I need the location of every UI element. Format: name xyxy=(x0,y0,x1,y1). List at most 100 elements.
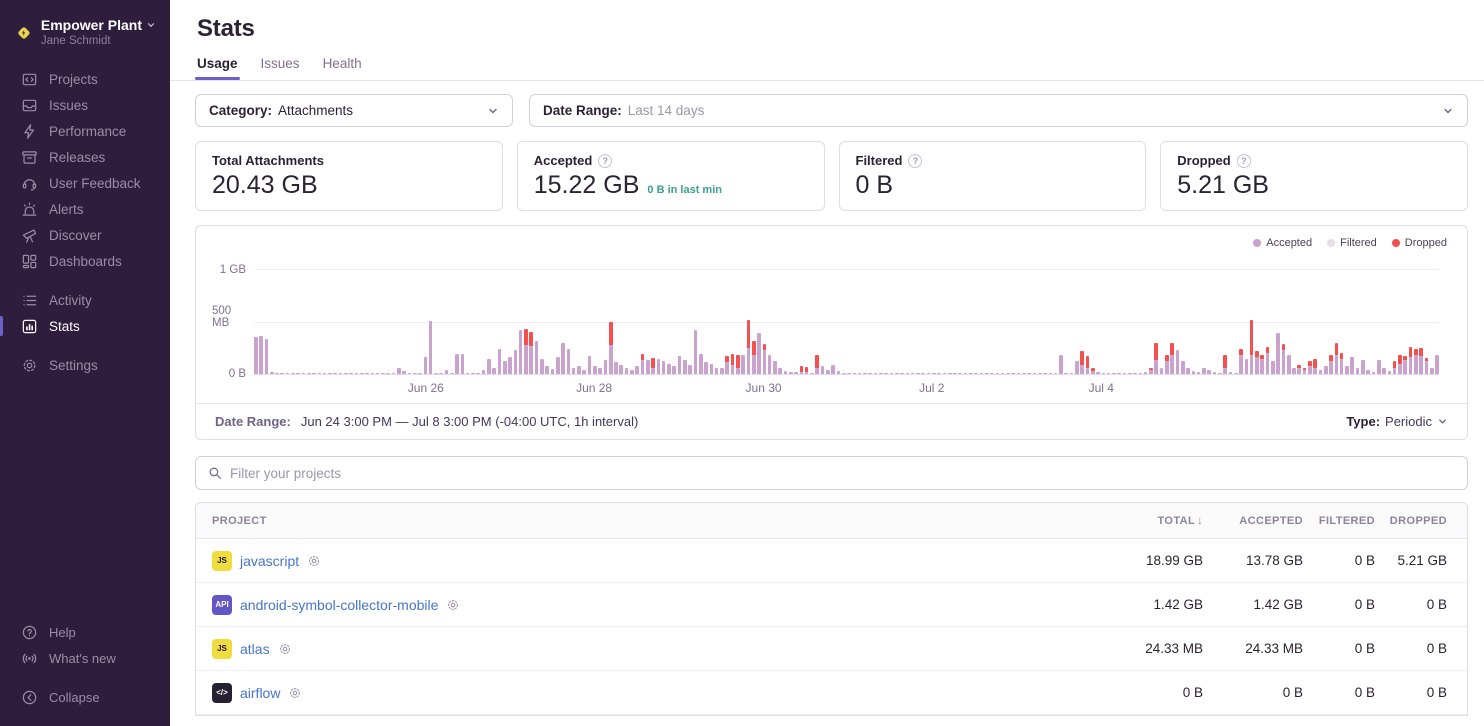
chart-legend: Accepted Filtered Dropped xyxy=(196,226,1467,249)
project-settings-icon[interactable] xyxy=(307,554,321,568)
card-filtered: Filtered? 0 B xyxy=(839,141,1147,211)
search-icon xyxy=(208,466,222,480)
legend-accepted[interactable]: Accepted xyxy=(1253,237,1312,249)
project-filter-input[interactable] xyxy=(230,466,1455,481)
chevron-down-icon xyxy=(146,20,156,30)
project-settings-icon[interactable] xyxy=(278,642,292,656)
discover-icon xyxy=(21,227,38,244)
info-icon[interactable]: ? xyxy=(908,154,922,168)
sidebar-item-settings[interactable]: Settings xyxy=(0,352,170,378)
project-link[interactable]: android-symbol-collector-mobile xyxy=(240,597,438,613)
chevron-down-icon xyxy=(1442,105,1454,117)
table-row: API android-symbol-collector-mobile 1.42… xyxy=(196,583,1467,627)
x-tick-label: Jun 30 xyxy=(746,381,782,395)
org-name: Empower Plant xyxy=(41,17,156,33)
table-row: JS javascript 18.99 GB 13.78 GB 0 B 5.21… xyxy=(196,539,1467,583)
sidebar-item-releases[interactable]: Releases xyxy=(0,144,170,170)
chart-y-axis: 1 GB 500 MB 0 B xyxy=(212,253,254,375)
platform-icon: API xyxy=(212,595,232,615)
project-filter xyxy=(195,456,1468,490)
chart-daterange-value: Jun 24 3:00 PM — Jul 8 3:00 PM (-04:00 U… xyxy=(301,414,638,429)
sidebar: Empower Plant Jane Schmidt Projects Issu… xyxy=(0,0,170,726)
page-title: Stats xyxy=(197,15,1468,43)
projects-table: PROJECT TOTAL↓ ACCEPTED FILTERED DROPPED… xyxy=(195,502,1468,716)
table-row: JS atlas 24.33 MB 24.33 MB 0 B 0 B xyxy=(196,627,1467,671)
tab-usage[interactable]: Usage xyxy=(197,56,238,80)
legend-dot xyxy=(1392,239,1400,247)
tab-health[interactable]: Health xyxy=(323,56,362,80)
info-icon[interactable]: ? xyxy=(1237,154,1251,168)
chart-type-select[interactable]: Type: Periodic xyxy=(1346,414,1448,429)
sidebar-nav: Projects Issues Performance Releases Use… xyxy=(0,66,170,378)
card-dropped: Dropped? 5.21 GB xyxy=(1160,141,1468,211)
projects-icon xyxy=(21,71,38,88)
project-settings-icon[interactable] xyxy=(288,686,302,700)
app-window: Empower Plant Jane Schmidt Projects Issu… xyxy=(0,0,1484,726)
chart-bars xyxy=(254,253,1439,374)
legend-dropped[interactable]: Dropped xyxy=(1392,237,1447,249)
tab-issues[interactable]: Issues xyxy=(261,56,300,80)
user-feedback-icon xyxy=(21,175,38,192)
sidebar-item-whats-new[interactable]: What's new xyxy=(0,645,170,671)
user-name: Jane Schmidt xyxy=(41,35,156,47)
chart-footer: Date Range: Jun 24 3:00 PM — Jul 8 3:00 … xyxy=(196,403,1467,439)
issues-icon xyxy=(21,97,38,114)
filter-row: Category: Attachments Date Range: Last 1… xyxy=(195,94,1468,127)
tab-bar: Usage Issues Health xyxy=(197,56,1468,80)
accepted-trend: 0 B in last min xyxy=(647,184,722,196)
col-accepted[interactable]: ACCEPTED xyxy=(1203,515,1303,527)
platform-icon: JS xyxy=(212,551,232,571)
sidebar-item-stats[interactable]: Stats xyxy=(0,313,170,339)
col-filtered[interactable]: FILTERED xyxy=(1303,515,1375,527)
project-settings-icon[interactable] xyxy=(446,598,460,612)
help-icon xyxy=(21,624,38,641)
sidebar-item-activity[interactable]: Activity xyxy=(0,287,170,313)
project-link[interactable]: airflow xyxy=(240,685,280,701)
table-header: PROJECT TOTAL↓ ACCEPTED FILTERED DROPPED xyxy=(196,503,1467,539)
col-project[interactable]: PROJECT xyxy=(212,515,1093,527)
settings-gear-icon xyxy=(21,357,38,374)
filtered-value: 0 B xyxy=(856,171,1130,200)
x-tick-label: Jul 2 xyxy=(919,381,944,395)
legend-filtered[interactable]: Filtered xyxy=(1327,237,1377,249)
dropped-value: 5.21 GB xyxy=(1177,171,1451,200)
col-dropped[interactable]: DROPPED xyxy=(1375,515,1447,527)
collapse-icon xyxy=(21,689,38,706)
platform-icon: </> xyxy=(212,683,232,703)
sidebar-item-alerts[interactable]: Alerts xyxy=(0,196,170,222)
chevron-down-icon xyxy=(1437,416,1448,427)
usage-content: Category: Attachments Date Range: Last 1… xyxy=(170,81,1484,716)
col-total[interactable]: TOTAL↓ xyxy=(1093,515,1203,527)
org-switcher[interactable]: Empower Plant Jane Schmidt xyxy=(0,12,170,66)
sidebar-footer: Help What's new Collapse xyxy=(0,619,170,710)
project-link[interactable]: javascript xyxy=(240,553,299,569)
platform-icon: JS xyxy=(212,639,232,659)
project-link[interactable]: atlas xyxy=(240,641,270,657)
sidebar-item-user-feedback[interactable]: User Feedback xyxy=(0,170,170,196)
sidebar-collapse-button[interactable]: Collapse xyxy=(0,684,170,710)
chart-x-axis: Jun 26Jun 28Jun 30Jul 2Jul 4 xyxy=(254,377,1439,401)
sidebar-item-issues[interactable]: Issues xyxy=(0,92,170,118)
chart-plot xyxy=(254,253,1439,375)
main-content: Stats Usage Issues Health Category: Atta… xyxy=(170,0,1484,726)
sidebar-item-help[interactable]: Help xyxy=(0,619,170,645)
sidebar-item-discover[interactable]: Discover xyxy=(0,222,170,248)
dashboards-icon xyxy=(21,253,38,270)
sidebar-item-projects[interactable]: Projects xyxy=(0,66,170,92)
legend-dot xyxy=(1327,239,1335,247)
activity-icon xyxy=(21,292,38,309)
card-accepted: Accepted? 15.22 GB0 B in last min xyxy=(517,141,825,211)
category-select[interactable]: Category: Attachments xyxy=(195,94,513,127)
x-tick-label: Jun 26 xyxy=(408,381,444,395)
accepted-value: 15.22 GB xyxy=(534,171,640,200)
card-total-attachments: Total Attachments 20.43 GB xyxy=(195,141,503,211)
sidebar-item-dashboards[interactable]: Dashboards xyxy=(0,248,170,274)
sidebar-item-performance[interactable]: Performance xyxy=(0,118,170,144)
total-value: 20.43 GB xyxy=(212,171,486,200)
performance-icon xyxy=(21,123,38,140)
releases-icon xyxy=(21,149,38,166)
stat-cards: Total Attachments 20.43 GB Accepted? 15.… xyxy=(195,141,1468,211)
info-icon[interactable]: ? xyxy=(598,154,612,168)
daterange-select[interactable]: Date Range: Last 14 days xyxy=(529,94,1468,127)
legend-dot xyxy=(1253,239,1261,247)
